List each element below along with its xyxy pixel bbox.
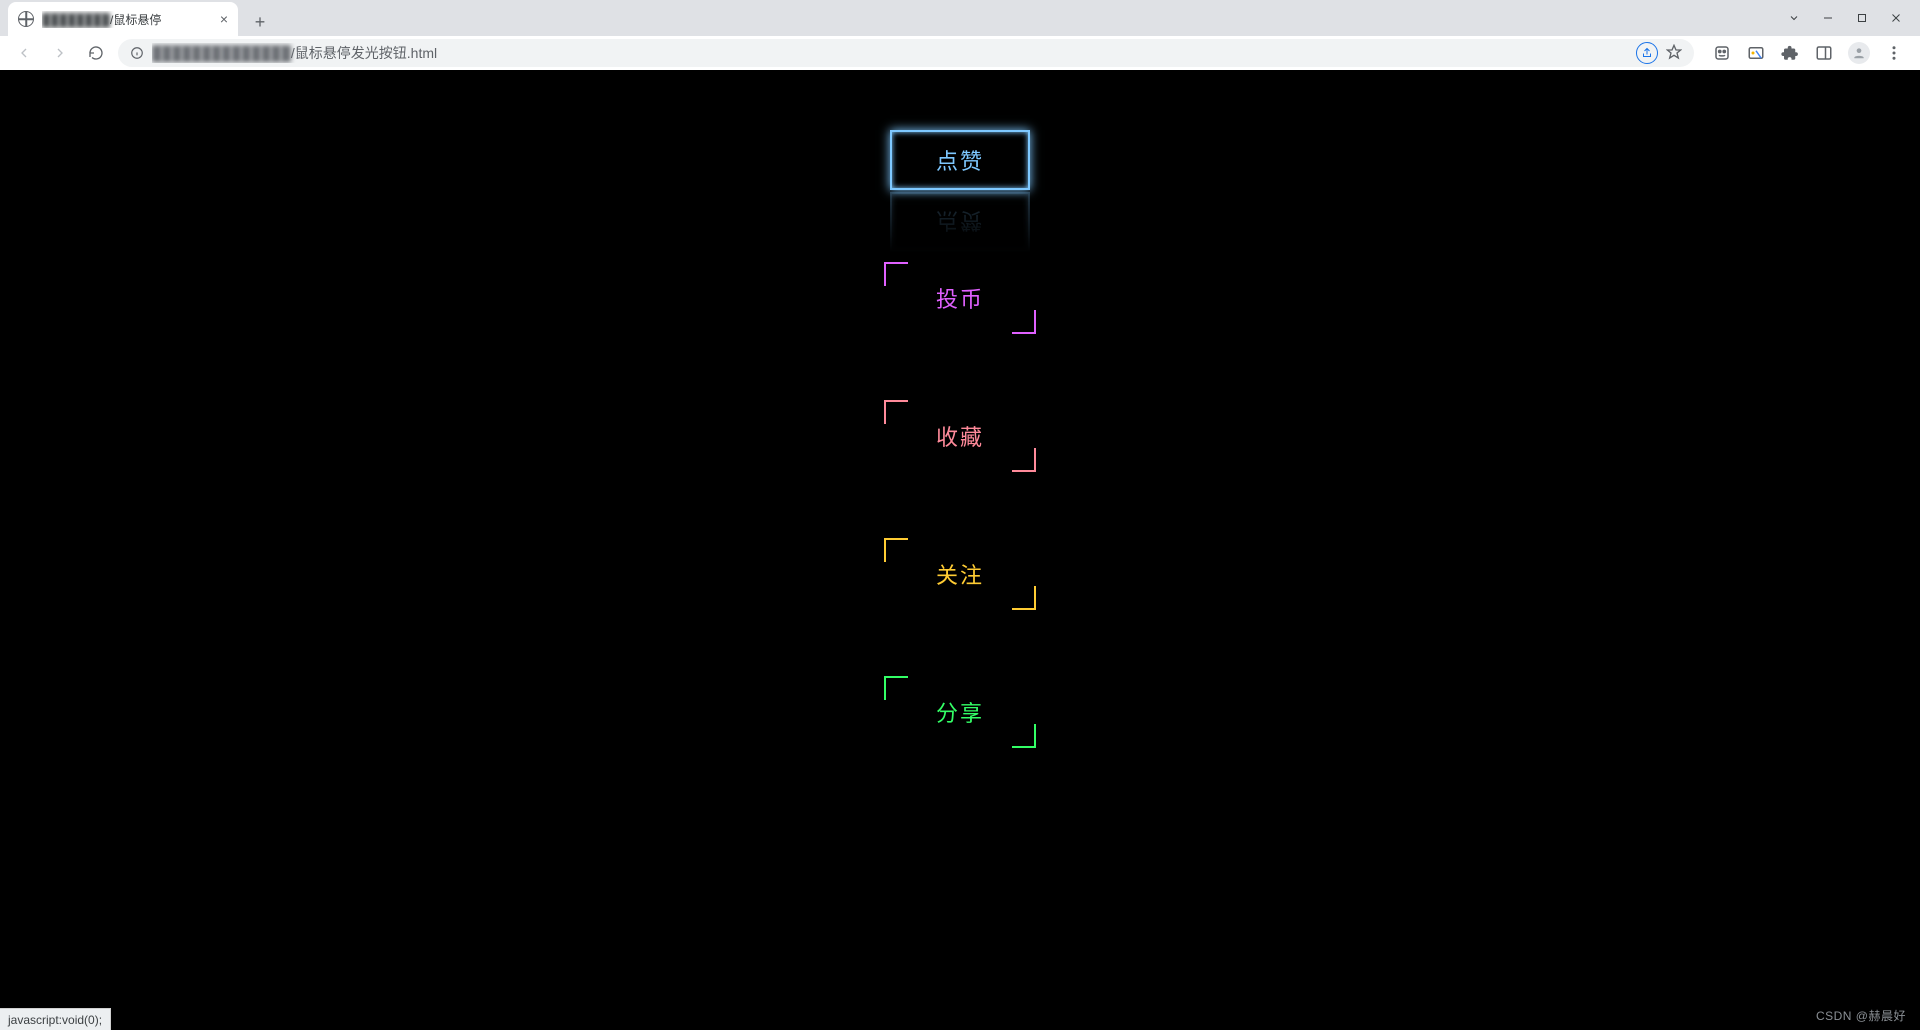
window-controls (1770, 0, 1920, 36)
page-viewport: 点赞 投币 收藏 关注 分享 javascript:void(0); CSDN … (0, 70, 1920, 1030)
tab-title-redacted: ████████ (42, 13, 110, 27)
bookmark-star-button[interactable] (1666, 44, 1682, 63)
browser-tab[interactable]: ████████/鼠标悬停 × (8, 2, 238, 36)
browser-toolbar: ██████████████/鼠标悬停发光按钮.html (0, 36, 1920, 70)
extension-icon-2[interactable] (1746, 43, 1766, 63)
extension-icon-1[interactable] (1712, 43, 1732, 63)
reload-button[interactable] (82, 39, 110, 67)
tab-title-suffix: /鼠标悬停 (110, 13, 161, 27)
status-text: javascript:void(0); (8, 1013, 102, 1027)
site-info-icon[interactable] (130, 46, 144, 60)
forward-button[interactable] (46, 39, 74, 67)
address-bar[interactable]: ██████████████/鼠标悬停发光按钮.html (118, 39, 1694, 67)
glow-button-coin[interactable]: 投币 (890, 268, 1030, 328)
glow-button-fav[interactable]: 收藏 (890, 406, 1030, 466)
tab-close-button[interactable]: × (220, 11, 228, 27)
extensions-puzzle-icon[interactable] (1780, 43, 1800, 63)
glow-button-follow[interactable]: 关注 (890, 544, 1030, 604)
window-minimize-button[interactable] (1822, 12, 1834, 24)
tab-search-button[interactable] (1788, 12, 1800, 24)
browser-chrome: ████████/鼠标悬停 × + (0, 0, 1920, 70)
glow-button-like[interactable]: 点赞 (890, 130, 1030, 190)
new-tab-button[interactable]: + (246, 8, 274, 36)
status-bar: javascript:void(0); (0, 1008, 111, 1030)
button-stage: 点赞 投币 收藏 关注 分享 (890, 130, 1030, 742)
watermark: CSDN @赫晨好 (1816, 1007, 1906, 1024)
side-panel-icon[interactable] (1814, 43, 1834, 63)
url-text: ██████████████/鼠标悬停发光按钮.html (152, 43, 437, 63)
tab-title: ████████/鼠标悬停 (42, 11, 212, 28)
profile-avatar[interactable] (1848, 42, 1870, 64)
tab-strip: ████████/鼠标悬停 × + (0, 0, 1920, 36)
window-close-button[interactable] (1890, 12, 1902, 24)
glow-button-share[interactable]: 分享 (890, 682, 1030, 742)
extension-icons (1702, 42, 1910, 64)
globe-icon (18, 11, 34, 27)
back-button[interactable] (10, 39, 38, 67)
chrome-menu-button[interactable] (1884, 43, 1904, 63)
url-redacted-host: ██████████████ (152, 45, 291, 61)
share-button[interactable] (1636, 42, 1658, 64)
window-maximize-button[interactable] (1856, 12, 1868, 24)
url-suffix: /鼠标悬停发光按钮.html (291, 45, 437, 61)
